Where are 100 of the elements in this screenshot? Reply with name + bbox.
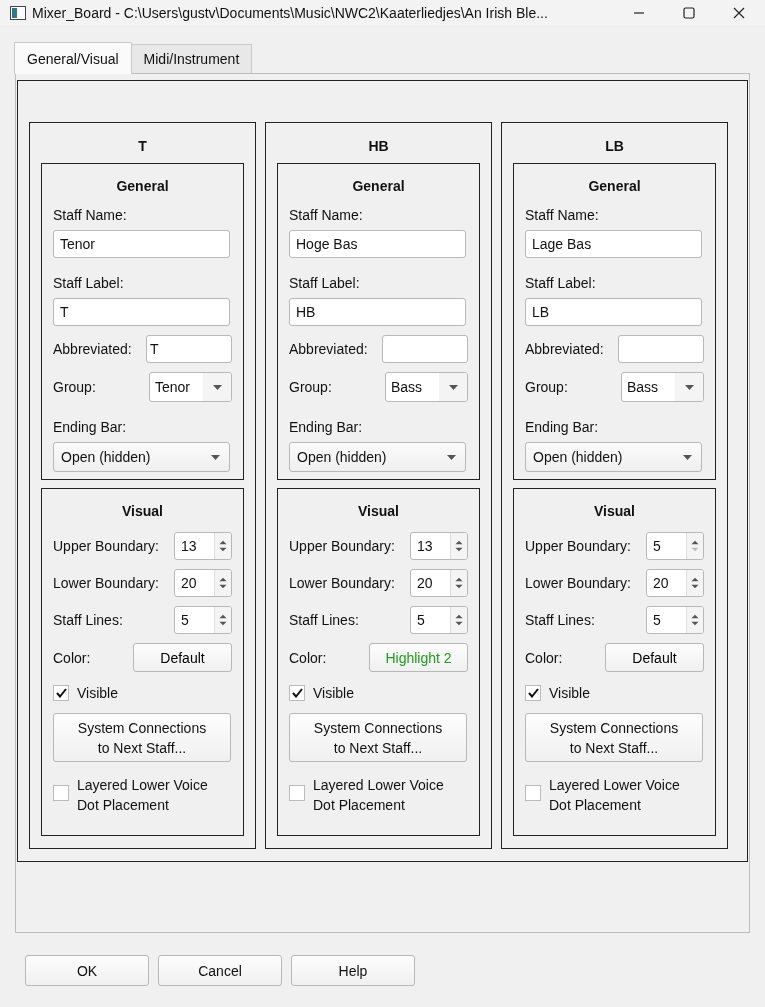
field-label: Abbreviated: xyxy=(525,341,604,357)
field-label: Staff Lines: xyxy=(53,612,123,628)
field-label: Staff Lines: xyxy=(289,612,359,628)
caret-icon xyxy=(448,384,458,390)
staff-name-field[interactable]: Lage Bas xyxy=(525,230,702,258)
group-dropdown[interactable]: Tenor xyxy=(149,372,232,402)
group-heading: General xyxy=(352,178,405,196)
color-button[interactable]: Default xyxy=(133,643,232,672)
tab[interactable]: General/Visual xyxy=(14,42,132,74)
caret-icon xyxy=(684,384,694,390)
ending-bar-dropdown[interactable]: Open (hidden) xyxy=(525,442,702,472)
ending-bar-dropdown[interactable]: Open (hidden) xyxy=(289,442,466,472)
checkbox[interactable] xyxy=(53,685,69,701)
spin-arrows-icon[interactable] xyxy=(214,570,231,596)
field-label: Upper Boundary: xyxy=(53,538,159,554)
checkbox-label: Layered Lower Voice Dot Placement xyxy=(549,776,681,815)
maximize-icon[interactable] xyxy=(683,6,695,19)
staff-label-field[interactable]: LB xyxy=(525,298,702,326)
window-icon xyxy=(10,5,26,20)
window-title: Mixer_Board - C:\Users\gustv\Documents\Music\NWC2\Kaaterliedjes\An Irish Ble... xyxy=(32,4,548,21)
group-dropdown[interactable]: Bass xyxy=(621,372,704,402)
field-label: Lower Boundary: xyxy=(525,575,631,591)
lower-boundary-spinbox[interactable]: 20 xyxy=(646,569,704,597)
caret-icon xyxy=(683,454,692,460)
field-label: Lower Boundary: xyxy=(289,575,395,591)
system-connections-button[interactable]: System Connections to Next Staff... xyxy=(289,713,467,762)
color-button[interactable]: Default xyxy=(605,643,704,672)
abbreviated-field[interactable] xyxy=(618,335,704,363)
staff-name-field[interactable]: Hoge Bas xyxy=(289,230,466,258)
field-label: Group: xyxy=(289,379,332,395)
checkbox-label: Visible xyxy=(313,685,354,701)
dialog-button[interactable]: Cancel xyxy=(158,955,282,986)
system-connections-button[interactable]: System Connections to Next Staff... xyxy=(525,713,703,762)
field-label: Staff Lines: xyxy=(525,612,595,628)
staff-lines-spinbox[interactable]: 5 xyxy=(646,606,704,634)
dialog-button[interactable]: OK xyxy=(25,955,149,986)
caret-icon xyxy=(212,384,222,390)
group-heading: Visual xyxy=(594,503,635,521)
upper-boundary-spinbox[interactable]: 13 xyxy=(174,532,232,560)
spin-arrows-icon[interactable] xyxy=(214,533,231,559)
field-label: Staff Name: xyxy=(53,207,127,223)
field-label: Ending Bar: xyxy=(53,419,127,435)
checkbox-label: Layered Lower Voice Dot Placement xyxy=(77,776,209,815)
system-connections-button[interactable]: System Connections to Next Staff... xyxy=(53,713,231,762)
field-label: Staff Name: xyxy=(525,207,599,223)
upper-boundary-spinbox[interactable]: 13 xyxy=(410,532,468,560)
checkbox[interactable] xyxy=(53,785,69,801)
staff-label-field[interactable]: T xyxy=(53,298,230,326)
checkbox-label: Layered Lower Voice Dot Placement xyxy=(313,776,445,815)
checkbox[interactable] xyxy=(525,785,541,801)
staff-lines-spinbox[interactable]: 5 xyxy=(410,606,468,634)
field-label: Ending Bar: xyxy=(289,419,363,435)
field-label: Upper Boundary: xyxy=(289,538,395,554)
staff-title: LB xyxy=(604,137,625,156)
checkbox[interactable] xyxy=(525,685,541,701)
lower-boundary-spinbox[interactable]: 20 xyxy=(174,569,232,597)
dialog-button[interactable]: Help xyxy=(291,955,415,986)
group-dropdown[interactable]: Bass xyxy=(385,372,468,402)
spin-arrows-icon[interactable] xyxy=(686,607,703,633)
spin-arrows-icon[interactable] xyxy=(686,570,703,596)
spin-arrows-icon[interactable] xyxy=(450,533,467,559)
checkbox[interactable] xyxy=(289,785,305,801)
lower-boundary-spinbox[interactable]: 20 xyxy=(410,569,468,597)
field-label: Color: xyxy=(525,649,563,666)
field-label: Staff Name: xyxy=(289,207,363,223)
group-heading: Visual xyxy=(122,503,163,521)
checkbox[interactable] xyxy=(289,685,305,701)
checkbox-label: Visible xyxy=(77,685,118,701)
staff-name-field[interactable]: Tenor xyxy=(53,230,230,258)
field-label: Staff Label: xyxy=(289,275,360,291)
field-label: Group: xyxy=(53,379,96,395)
close-icon[interactable] xyxy=(733,6,745,19)
field-label: Staff Label: xyxy=(53,275,124,291)
tab[interactable]: Midi/Instrument xyxy=(130,44,253,73)
caret-icon xyxy=(211,454,220,460)
staff-label-field[interactable]: HB xyxy=(289,298,466,326)
field-label: Upper Boundary: xyxy=(525,538,631,554)
abbreviated-field[interactable]: T xyxy=(146,335,232,363)
upper-boundary-spinbox[interactable]: 5 xyxy=(646,532,704,560)
field-label: Abbreviated: xyxy=(53,341,132,357)
ending-bar-dropdown[interactable]: Open (hidden) xyxy=(53,442,230,472)
spin-arrows-icon[interactable] xyxy=(214,607,231,633)
staff-title: T xyxy=(137,137,148,156)
staff-title: HB xyxy=(367,137,390,156)
staff-lines-spinbox[interactable]: 5 xyxy=(174,606,232,634)
field-label: Color: xyxy=(289,649,327,666)
field-label: Color: xyxy=(53,649,91,666)
group-heading: Visual xyxy=(358,503,399,521)
field-label: Ending Bar: xyxy=(525,419,599,435)
spin-arrows-icon[interactable] xyxy=(450,570,467,596)
abbreviated-field[interactable] xyxy=(382,335,468,363)
group-heading: General xyxy=(116,178,169,196)
field-label: Staff Label: xyxy=(525,275,596,291)
field-label: Lower Boundary: xyxy=(53,575,159,591)
checkbox-label: Visible xyxy=(549,685,590,701)
field-label: Abbreviated: xyxy=(289,341,368,357)
field-label: Group: xyxy=(525,379,568,395)
caret-icon xyxy=(447,454,456,460)
group-heading: General xyxy=(588,178,641,196)
spin-arrows-icon[interactable] xyxy=(450,607,467,633)
